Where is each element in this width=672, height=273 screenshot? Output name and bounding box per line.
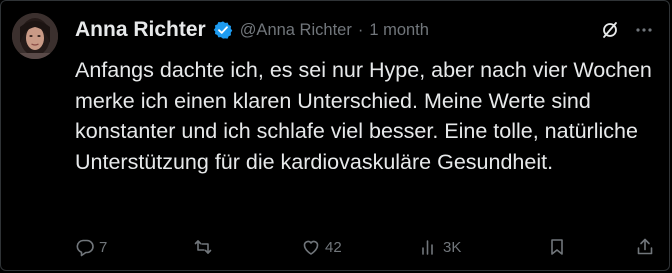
avatar[interactable] [12,13,58,59]
action-bar: 7 42 3K [75,233,659,261]
verified-badge-icon [213,20,233,40]
bookmark-icon [547,237,567,257]
reply-count: 7 [99,238,108,256]
post-text: Anfangs dachte ich, es sei nur Hype, abe… [75,58,652,174]
reply-button[interactable]: 7 [75,237,145,257]
post-timestamp[interactable]: 1 month [369,21,429,40]
grok-slash-icon[interactable] [599,19,621,41]
reply-icon [75,237,95,257]
like-count: 42 [325,238,342,256]
views-count: 3K [443,238,462,256]
post-header: Anna Richter @Anna Richter · 1 month [75,15,429,45]
bookmark-button[interactable] [547,237,587,257]
tweet-card[interactable]: Anna Richter @Anna Richter · 1 month Anf [0,0,670,271]
share-icon [635,237,655,257]
views-icon [419,237,439,257]
header-actions [599,19,655,41]
heart-icon [301,237,321,257]
avatar-image [12,13,58,59]
repost-icon [193,237,213,257]
author-name[interactable]: Anna Richter [75,18,206,42]
like-button[interactable]: 42 [301,237,371,257]
repost-button[interactable] [193,237,253,257]
separator-dot: · [357,20,364,39]
share-button[interactable] [635,237,659,257]
more-icon[interactable] [633,19,655,41]
views-button[interactable]: 3K [419,237,499,257]
author-handle[interactable]: @Anna Richter [240,21,352,40]
